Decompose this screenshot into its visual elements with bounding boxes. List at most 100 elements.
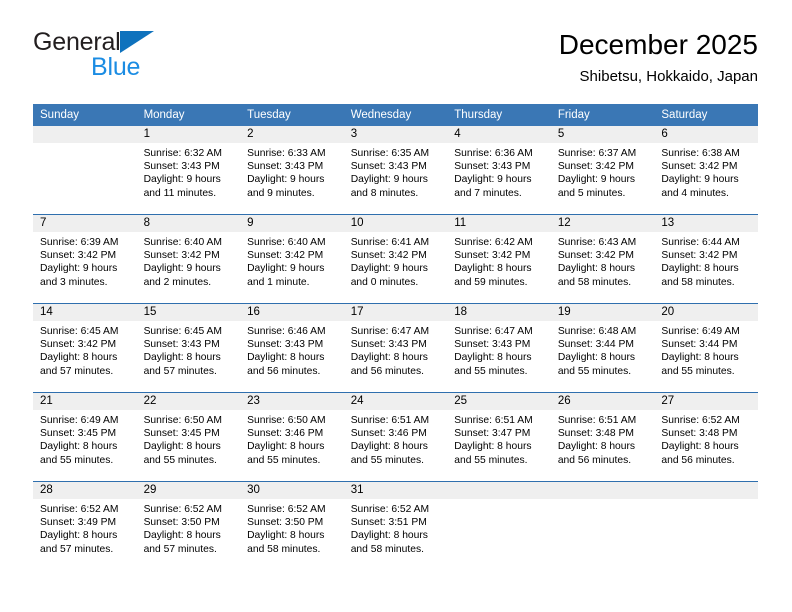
calendar-day-cell[interactable]: 1 Sunrise: 6:32 AM Sunset: 3:43 PM Daylight… bbox=[136, 126, 241, 215]
calendar-day-cell[interactable]: 20 Sunrise: 6:49 AM Sunset: 3:44 PM Dayligh… bbox=[654, 303, 758, 393]
weekday-header-saturday: Saturday bbox=[654, 104, 758, 126]
sunrise-text: Sunrise: 6:44 AM bbox=[661, 237, 740, 248]
sunset-text: Sunset: 3:42 PM bbox=[40, 250, 117, 262]
page-subtitle: Shibetsu, Hokkaido, Japan bbox=[579, 68, 758, 85]
calendar-day-cell[interactable]: 29 Sunrise: 6:52 AM Sunset: 3:50 PM Dayligh… bbox=[136, 481, 241, 570]
day-details: Sunrise: 6:41 AM Sunset: 3:42 PM Daylight:… bbox=[344, 232, 448, 289]
day-details: Sunrise: 6:45 AM Sunset: 3:42 PM Daylight:… bbox=[33, 321, 137, 378]
daylight-text-line1: Daylight: 9 hours bbox=[454, 174, 532, 186]
day-cell-inner: 10 Sunrise: 6:41 AM Sunset: 3:42 PM Dayligh… bbox=[343, 215, 448, 303]
day-cell-inner bbox=[447, 482, 551, 570]
day-number: 3 bbox=[343, 126, 448, 143]
day-number: 1 bbox=[136, 126, 241, 143]
daylight-text-line1: Daylight: 9 hours bbox=[143, 263, 221, 275]
sunset-text: Sunset: 3:43 PM bbox=[454, 161, 531, 173]
daylight-text-line2: and 55 minutes. bbox=[661, 365, 735, 377]
calendar-day-cell[interactable]: 12 Sunrise: 6:43 AM Sunset: 3:42 PM Dayligh… bbox=[550, 214, 655, 304]
day-details: Sunrise: 6:40 AM Sunset: 3:42 PM Daylight:… bbox=[137, 232, 241, 289]
calendar-day-cell[interactable]: 16 Sunrise: 6:46 AM Sunset: 3:43 PM Dayligh… bbox=[240, 303, 344, 393]
sunrise-text: Sunrise: 6:49 AM bbox=[40, 415, 119, 426]
day-number: 13 bbox=[654, 215, 758, 232]
daylight-text-line1: Daylight: 8 hours bbox=[350, 352, 428, 364]
daylight-text-line2: and 58 minutes. bbox=[661, 276, 735, 288]
weekday-header-tuesday: Tuesday bbox=[240, 104, 344, 126]
calendar-day-cell[interactable]: 19 Sunrise: 6:48 AM Sunset: 3:44 PM Dayligh… bbox=[550, 303, 655, 393]
calendar-day-cell[interactable]: 24 Sunrise: 6:51 AM Sunset: 3:46 PM Dayligh… bbox=[343, 392, 448, 482]
daylight-text-line1: Daylight: 8 hours bbox=[143, 441, 221, 453]
day-cell-inner: 26 Sunrise: 6:51 AM Sunset: 3:48 PM Dayligh… bbox=[550, 393, 655, 481]
calendar-day-cell[interactable]: 28 Sunrise: 6:52 AM Sunset: 3:49 PM Dayligh… bbox=[33, 481, 137, 570]
sunset-text: Sunset: 3:43 PM bbox=[143, 339, 220, 351]
day-cell-inner: 1 Sunrise: 6:32 AM Sunset: 3:43 PM Daylight… bbox=[136, 126, 241, 214]
daylight-text-line2: and 4 minutes. bbox=[661, 187, 729, 199]
daylight-text-line1: Daylight: 8 hours bbox=[247, 530, 325, 542]
sunset-text: Sunset: 3:44 PM bbox=[661, 339, 738, 351]
daylight-text-line2: and 55 minutes. bbox=[454, 365, 528, 377]
calendar-day-cell[interactable]: 30 Sunrise: 6:52 AM Sunset: 3:50 PM Dayligh… bbox=[240, 481, 344, 570]
day-cell-inner: 17 Sunrise: 6:47 AM Sunset: 3:43 PM Dayligh… bbox=[343, 304, 448, 392]
calendar-day-cell[interactable]: 5 Sunrise: 6:37 AM Sunset: 3:42 PM Daylight… bbox=[550, 126, 655, 215]
sunset-text: Sunset: 3:42 PM bbox=[454, 250, 531, 262]
calendar-day-cell[interactable]: 27 Sunrise: 6:52 AM Sunset: 3:48 PM Dayligh… bbox=[654, 392, 758, 482]
day-details: Sunrise: 6:47 AM Sunset: 3:43 PM Daylight:… bbox=[344, 321, 448, 378]
weekday-header-monday: Monday bbox=[136, 104, 241, 126]
calendar-day-cell[interactable]: 11 Sunrise: 6:42 AM Sunset: 3:42 PM Dayligh… bbox=[447, 214, 551, 304]
sunset-text: Sunset: 3:43 PM bbox=[247, 339, 324, 351]
calendar-header-row: Sunday Monday Tuesday Wednesday Thursday… bbox=[33, 104, 758, 126]
logo-text-blue: Blue bbox=[91, 53, 141, 81]
day-number: 21 bbox=[33, 393, 137, 410]
day-cell-inner: 23 Sunrise: 6:50 AM Sunset: 3:46 PM Dayligh… bbox=[240, 393, 344, 481]
calendar-day-cell[interactable]: 31 Sunrise: 6:52 AM Sunset: 3:51 PM Dayligh… bbox=[343, 481, 448, 570]
calendar-day-cell[interactable]: 15 Sunrise: 6:45 AM Sunset: 3:43 PM Dayligh… bbox=[136, 303, 241, 393]
day-cell-inner: 6 Sunrise: 6:38 AM Sunset: 3:42 PM Daylight… bbox=[654, 126, 758, 214]
day-details bbox=[551, 499, 655, 503]
calendar-day-cell[interactable]: 13 Sunrise: 6:44 AM Sunset: 3:42 PM Dayligh… bbox=[654, 214, 758, 304]
daylight-text-line2: and 2 minutes. bbox=[143, 276, 212, 288]
calendar-day-cell[interactable]: 8 Sunrise: 6:40 AM Sunset: 3:42 PM Daylight… bbox=[136, 214, 241, 304]
calendar-day-cell[interactable]: 6 Sunrise: 6:38 AM Sunset: 3:42 PM Daylight… bbox=[654, 126, 758, 215]
daylight-text-line1: Daylight: 8 hours bbox=[247, 352, 325, 364]
daylight-text-line1: Daylight: 8 hours bbox=[40, 441, 118, 453]
calendar-day-cell[interactable]: 10 Sunrise: 6:41 AM Sunset: 3:42 PM Dayligh… bbox=[343, 214, 448, 304]
day-cell-inner: 3 Sunrise: 6:35 AM Sunset: 3:43 PM Daylight… bbox=[343, 126, 448, 214]
sunset-text: Sunset: 3:51 PM bbox=[350, 517, 427, 529]
generalblue-logo[interactable]: General Blue bbox=[33, 28, 273, 90]
day-cell-inner bbox=[33, 126, 137, 214]
day-number: 28 bbox=[33, 482, 137, 499]
calendar-day-cell[interactable]: 14 Sunrise: 6:45 AM Sunset: 3:42 PM Dayligh… bbox=[33, 303, 137, 393]
sunrise-text: Sunrise: 6:32 AM bbox=[143, 148, 222, 159]
calendar-day-cell[interactable]: 18 Sunrise: 6:47 AM Sunset: 3:43 PM Dayligh… bbox=[447, 303, 551, 393]
calendar-day-cell[interactable]: 21 Sunrise: 6:49 AM Sunset: 3:45 PM Dayligh… bbox=[33, 392, 137, 482]
calendar-day-cell-empty bbox=[550, 481, 655, 570]
day-details: Sunrise: 6:51 AM Sunset: 3:48 PM Daylight:… bbox=[551, 410, 655, 467]
daylight-text-line1: Daylight: 9 hours bbox=[661, 174, 739, 186]
sunrise-text: Sunrise: 6:47 AM bbox=[350, 326, 430, 337]
daylight-text-line1: Daylight: 8 hours bbox=[350, 530, 428, 542]
calendar-day-cell[interactable]: 3 Sunrise: 6:35 AM Sunset: 3:43 PM Daylight… bbox=[343, 126, 448, 215]
day-cell-inner: 19 Sunrise: 6:48 AM Sunset: 3:44 PM Dayligh… bbox=[550, 304, 655, 392]
day-cell-inner: 7 Sunrise: 6:39 AM Sunset: 3:42 PM Daylight… bbox=[33, 215, 137, 303]
calendar-day-cell[interactable]: 4 Sunrise: 6:36 AM Sunset: 3:43 PM Daylight… bbox=[447, 126, 551, 215]
calendar-day-cell[interactable]: 23 Sunrise: 6:50 AM Sunset: 3:46 PM Dayligh… bbox=[240, 392, 344, 482]
calendar-day-cell[interactable]: 7 Sunrise: 6:39 AM Sunset: 3:42 PM Daylight… bbox=[33, 214, 137, 304]
page-header: General Blue December 2025 Shibetsu, Hok… bbox=[33, 28, 758, 100]
daylight-text-line2: and 11 minutes. bbox=[143, 187, 217, 199]
calendar-day-cell[interactable]: 26 Sunrise: 6:51 AM Sunset: 3:48 PM Dayligh… bbox=[550, 392, 655, 482]
sunset-text: Sunset: 3:42 PM bbox=[40, 339, 117, 351]
sunrise-text: Sunrise: 6:39 AM bbox=[40, 237, 119, 248]
day-number: 15 bbox=[136, 304, 241, 321]
daylight-text-line2: and 55 minutes. bbox=[247, 454, 321, 466]
sunset-text: Sunset: 3:43 PM bbox=[143, 161, 220, 173]
daylight-text-line2: and 58 minutes. bbox=[557, 276, 632, 288]
sunrise-text: Sunrise: 6:38 AM bbox=[661, 148, 740, 159]
calendar-day-cell[interactable]: 9 Sunrise: 6:40 AM Sunset: 3:42 PM Daylight… bbox=[240, 214, 344, 304]
day-number bbox=[654, 482, 758, 499]
sunrise-text: Sunrise: 6:41 AM bbox=[350, 237, 430, 248]
sunrise-text: Sunrise: 6:52 AM bbox=[40, 504, 119, 515]
calendar-day-cell[interactable]: 22 Sunrise: 6:50 AM Sunset: 3:45 PM Dayligh… bbox=[136, 392, 241, 482]
calendar-day-cell[interactable]: 25 Sunrise: 6:51 AM Sunset: 3:47 PM Dayligh… bbox=[447, 392, 551, 482]
day-details: Sunrise: 6:46 AM Sunset: 3:43 PM Daylight:… bbox=[240, 321, 344, 378]
calendar-day-cell[interactable]: 2 Sunrise: 6:33 AM Sunset: 3:43 PM Daylight… bbox=[240, 126, 344, 215]
calendar-day-cell[interactable]: 17 Sunrise: 6:47 AM Sunset: 3:43 PM Dayligh… bbox=[343, 303, 448, 393]
sunrise-text: Sunrise: 6:47 AM bbox=[454, 326, 533, 337]
